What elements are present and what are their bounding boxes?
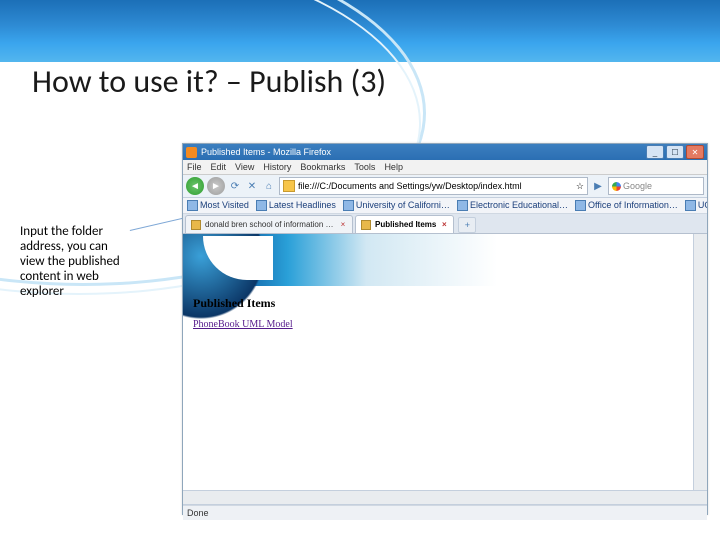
- slide-title: How to use it? – Publish (3): [32, 62, 386, 101]
- bookmarks-toolbar: Most Visited Latest Headlines University…: [183, 198, 707, 214]
- forward-button[interactable]: ►: [207, 177, 225, 195]
- bookmark-most-visited[interactable]: Most Visited: [187, 200, 249, 211]
- firefox-icon: [186, 147, 197, 158]
- bookmark-star-icon[interactable]: ☆: [576, 181, 584, 192]
- menu-tools[interactable]: Tools: [354, 162, 375, 172]
- bookmark-webmail[interactable]: UCI WebMail – Login: [685, 200, 707, 211]
- page-banner: [183, 234, 707, 286]
- page-viewport: Published Items PhoneBook UML Model: [183, 234, 707, 505]
- link-phonebook-uml[interactable]: PhoneBook UML Model: [193, 319, 293, 330]
- bookmark-oi[interactable]: Office of Information…: [575, 200, 678, 211]
- address-text: file:///C:/Documents and Settings/yw/Des…: [298, 181, 522, 191]
- tab-label: Published Items: [375, 220, 436, 229]
- window-titlebar[interactable]: Published Items - Mozilla Firefox _ ☐ ✕: [183, 144, 707, 160]
- status-bar: Done: [183, 505, 707, 520]
- close-button[interactable]: ✕: [686, 145, 704, 159]
- menu-history[interactable]: History: [263, 162, 291, 172]
- menu-view[interactable]: View: [235, 162, 254, 172]
- tab-favicon-icon: [361, 220, 371, 230]
- tab-bren-school[interactable]: donald bren school of information and c……: [185, 215, 353, 233]
- tab-close-icon[interactable]: ×: [339, 221, 347, 229]
- google-icon: [612, 182, 621, 191]
- tab-strip: donald bren school of information and c……: [183, 214, 707, 234]
- maximize-button[interactable]: ☐: [666, 145, 684, 159]
- menu-file[interactable]: File: [187, 162, 202, 172]
- menu-help[interactable]: Help: [384, 162, 403, 172]
- back-button[interactable]: ◄: [186, 177, 204, 195]
- menu-edit[interactable]: Edit: [211, 162, 227, 172]
- page-favicon-icon: [283, 180, 295, 192]
- page-heading: Published Items: [193, 296, 293, 311]
- minimize-button[interactable]: _: [646, 145, 664, 159]
- tab-favicon-icon: [191, 220, 201, 230]
- home-button[interactable]: ⌂: [262, 179, 276, 193]
- tab-close-icon[interactable]: ×: [440, 221, 448, 229]
- firefox-window: Published Items - Mozilla Firefox _ ☐ ✕ …: [182, 143, 708, 515]
- new-tab-button[interactable]: +: [458, 217, 476, 233]
- tab-published-items[interactable]: Published Items ×: [355, 215, 454, 233]
- navigation-toolbar: ◄ ► ⟳ ✕ ⌂ file:///C:/Documents and Setti…: [183, 175, 707, 198]
- address-bar[interactable]: file:///C:/Documents and Settings/yw/Des…: [279, 177, 588, 195]
- menu-bookmarks[interactable]: Bookmarks: [300, 162, 345, 172]
- bookmark-ee[interactable]: Electronic Educational…: [457, 200, 568, 211]
- horizontal-scrollbar[interactable]: [183, 490, 707, 504]
- go-button[interactable]: ▶: [591, 179, 605, 193]
- slide-caption: Input the folder address, you can view t…: [20, 225, 130, 300]
- window-title: Published Items - Mozilla Firefox: [201, 147, 331, 157]
- bookmark-uc[interactable]: University of Californi…: [343, 200, 450, 211]
- stop-button[interactable]: ✕: [245, 179, 259, 193]
- menu-bar: File Edit View History Bookmarks Tools H…: [183, 160, 707, 175]
- bookmark-latest-headlines[interactable]: Latest Headlines: [256, 200, 336, 211]
- status-text: Done: [187, 508, 209, 518]
- search-box[interactable]: Google: [608, 177, 704, 195]
- reload-button[interactable]: ⟳: [228, 179, 242, 193]
- tab-label: donald bren school of information and c…: [205, 220, 335, 229]
- search-placeholder: Google: [623, 181, 652, 191]
- vertical-scrollbar[interactable]: [693, 234, 707, 504]
